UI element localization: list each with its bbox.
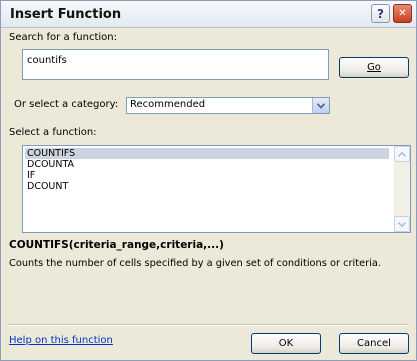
category-select[interactable]: Recommended xyxy=(126,97,330,114)
question-mark-icon: ? xyxy=(377,6,384,21)
help-link[interactable]: Help on this function xyxy=(9,335,113,346)
chevron-up-icon xyxy=(398,151,406,157)
function-description: Counts the number of cells specified by … xyxy=(9,258,381,269)
help-button[interactable]: ? xyxy=(371,4,390,23)
title-bar[interactable]: Insert Function ? ✕ xyxy=(1,1,416,28)
vertical-scrollbar[interactable] xyxy=(394,146,410,232)
category-selected-value: Recommended xyxy=(130,99,206,110)
close-icon: ✕ xyxy=(398,8,407,19)
go-button-label: Go xyxy=(367,62,381,73)
insert-function-dialog: Insert Function ? ✕ Search for a functio… xyxy=(0,0,417,361)
function-list-items: COUNTIFS DCOUNTA IF DCOUNT xyxy=(25,148,389,192)
select-function-label: Select a function: xyxy=(9,127,97,138)
scroll-up-button[interactable] xyxy=(394,146,410,162)
footer-divider xyxy=(8,324,409,326)
ok-button[interactable]: OK xyxy=(251,333,321,354)
list-item[interactable]: DCOUNTA xyxy=(25,159,389,170)
go-button[interactable]: Go xyxy=(339,57,409,78)
scroll-down-button[interactable] xyxy=(394,216,410,232)
list-item[interactable]: IF xyxy=(25,170,389,181)
chevron-down-icon xyxy=(317,102,325,109)
function-signature: COUNTIFS(criteria_range,criteria,...) xyxy=(9,239,224,251)
category-label: Or select a category: xyxy=(14,99,119,110)
list-item[interactable]: COUNTIFS xyxy=(25,148,389,159)
close-button[interactable]: ✕ xyxy=(393,4,412,23)
search-label: Search for a function: xyxy=(9,32,117,43)
search-field[interactable] xyxy=(22,49,329,80)
ok-button-label: OK xyxy=(278,338,294,349)
list-item[interactable]: DCOUNT xyxy=(25,181,389,192)
dialog-title: Insert Function xyxy=(10,7,122,22)
chevron-down-icon xyxy=(398,221,406,227)
cancel-button-label: Cancel xyxy=(357,338,391,349)
search-input[interactable] xyxy=(27,53,323,67)
cancel-button[interactable]: Cancel xyxy=(339,333,409,354)
dropdown-button[interactable] xyxy=(312,98,329,113)
function-list[interactable]: COUNTIFS DCOUNTA IF DCOUNT xyxy=(22,145,411,233)
